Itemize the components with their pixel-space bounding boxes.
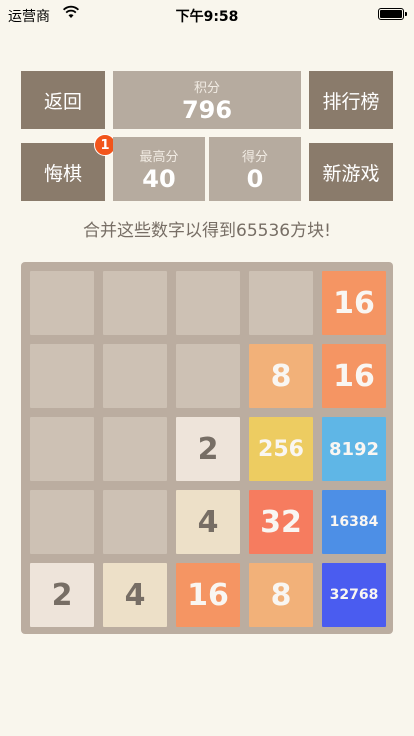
tile-8: 8 [249, 344, 313, 408]
tile-32768: 32768 [322, 563, 386, 627]
empty-cell [176, 344, 240, 408]
tile-16: 16 [322, 344, 386, 408]
game-goal-text: 合并这些数字以得到65536方块! [83, 221, 331, 241]
best-score-value: 40 [142, 165, 176, 193]
best-score-box: 最高分 40 [113, 137, 205, 201]
total-score-box: 积分 796 [113, 71, 301, 129]
empty-cell [103, 490, 167, 554]
empty-cell [30, 271, 94, 335]
battery-icon [378, 8, 407, 20]
current-score-value: 0 [246, 165, 264, 193]
empty-cell [103, 271, 167, 335]
empty-cell [30, 344, 94, 408]
total-score-value: 796 [181, 96, 233, 124]
game-board[interactable]: 16 8 16 2 256 8192 4 32 16384 2 4 16 8 32768 [21, 262, 393, 634]
best-score-label: 最高分 [139, 150, 179, 165]
empty-cell [103, 417, 167, 481]
empty-cell [30, 417, 94, 481]
total-score-label: 积分 [193, 81, 220, 96]
tile-4: 4 [176, 490, 240, 554]
status-bar: 运营商 下午9:58 [0, 0, 414, 30]
tile-2: 2 [30, 563, 94, 627]
tile-16384: 16384 [322, 490, 386, 554]
empty-cell [176, 271, 240, 335]
new-game-button[interactable]: 新游戏 [309, 143, 393, 201]
tile-8192: 8192 [322, 417, 386, 481]
current-score-label: 得分 [241, 150, 268, 165]
clock: 下午9:58 [175, 9, 239, 25]
tile-32: 32 [249, 490, 313, 554]
current-score-box: 得分 0 [209, 137, 301, 201]
leaderboard-button[interactable]: 排行榜 [309, 71, 393, 129]
tile-2: 2 [176, 417, 240, 481]
empty-cell [103, 344, 167, 408]
tile-16: 16 [322, 271, 386, 335]
empty-cell [30, 490, 94, 554]
tile-256: 256 [249, 417, 313, 481]
tile-16: 16 [176, 563, 240, 627]
undo-button[interactable]: 悔棋 [21, 143, 105, 201]
back-button[interactable]: 返回 [21, 71, 105, 129]
tile-8: 8 [249, 563, 313, 627]
empty-cell [249, 271, 313, 335]
tile-4: 4 [103, 563, 167, 627]
